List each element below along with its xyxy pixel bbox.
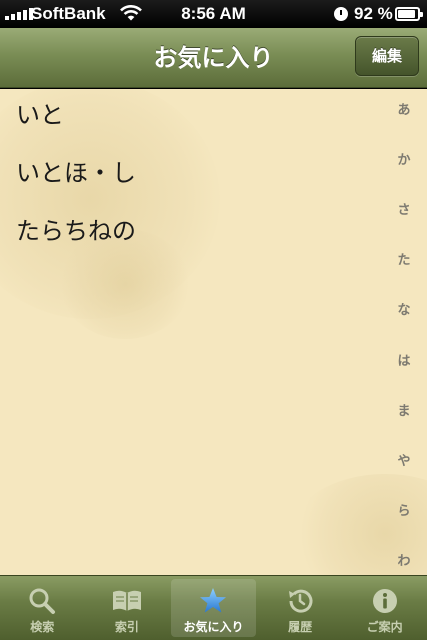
tab-info[interactable]: ご案内 [342, 576, 427, 640]
favorites-list-view: いと いとほ・し たらちねの あ か さ た な は ま や ら わ [0, 89, 427, 575]
list-item[interactable]: いと [16, 89, 136, 147]
section-index[interactable]: あ か さ た な は ま や ら わ [391, 99, 417, 569]
status-bar: SoftBank 8:56 AM 92 % [0, 0, 427, 28]
star-icon [200, 588, 227, 613]
index-item-ka[interactable]: か [397, 149, 410, 168]
index-item-ta[interactable]: た [397, 249, 410, 268]
alarm-icon [334, 7, 348, 21]
tab-favorites[interactable]: お気に入り [171, 579, 256, 637]
index-item-ha[interactable]: は [397, 350, 410, 369]
index-item-ya[interactable]: や [397, 450, 410, 469]
tab-label: 検索 [30, 620, 55, 634]
tab-label: お気に入り [183, 620, 244, 634]
battery-percentage: 92 % [354, 4, 393, 23]
index-item-wa[interactable]: わ [397, 550, 410, 569]
index-item-na[interactable]: な [397, 299, 410, 318]
tab-history[interactable]: 履歴 [258, 576, 343, 640]
index-item-sa[interactable]: さ [397, 199, 410, 218]
navigation-bar: お気に入り 編集 [0, 28, 427, 88]
history-icon [289, 589, 313, 613]
edit-button[interactable]: 編集 [355, 36, 419, 76]
favorites-list: いと いとほ・し たらちねの [16, 89, 136, 263]
index-item-ma[interactable]: ま [397, 400, 410, 419]
tab-search[interactable]: 検索 [0, 576, 85, 640]
list-item[interactable]: いとほ・し [16, 147, 136, 205]
tab-index[interactable]: 索引 [85, 576, 170, 640]
index-item-ra[interactable]: ら [397, 500, 410, 519]
tab-bar: 検索 索引 お気に入り 履歴 ご案内 [0, 575, 427, 640]
list-item[interactable]: たらちねの [16, 205, 136, 263]
tab-label: 索引 [114, 620, 139, 634]
battery-level [398, 10, 416, 18]
tab-label: 履歴 [288, 620, 313, 634]
battery-icon [395, 7, 423, 21]
info-icon [372, 589, 397, 613]
tab-label: ご案内 [366, 620, 403, 634]
book-icon [112, 590, 141, 611]
index-item-a[interactable]: あ [397, 99, 410, 118]
search-icon [29, 588, 56, 614]
